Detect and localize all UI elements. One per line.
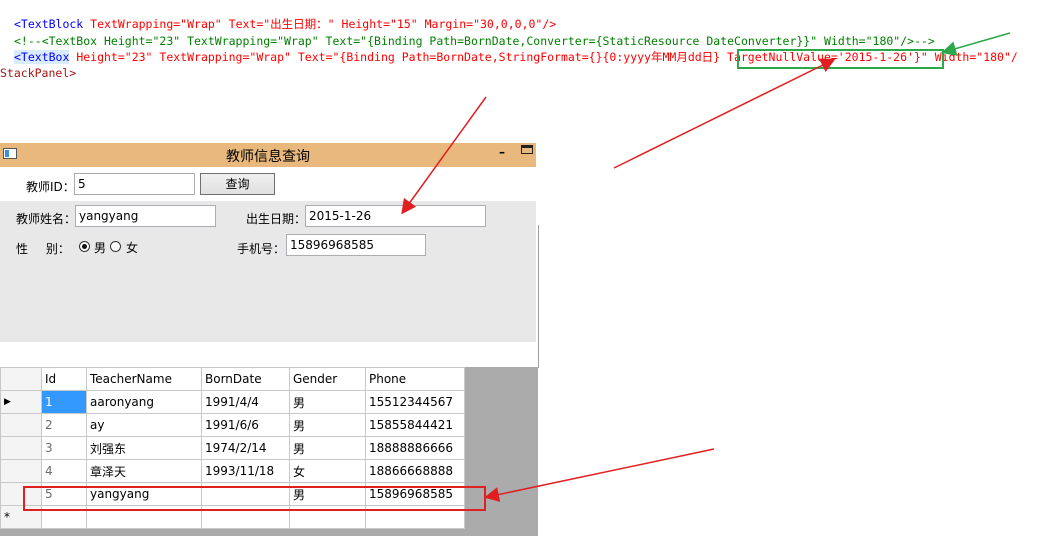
cell-phone[interactable]: 15512344567 <box>365 390 465 414</box>
cell-id[interactable]: 2 <box>41 413 87 437</box>
query-button[interactable]: 查询 <box>200 173 275 195</box>
birth-date-label: 出生日期： <box>246 212 307 226</box>
code-line-1-attrs: TextWrapping="Wrap" Text="出生日期：" Height=… <box>83 17 557 31</box>
row-header[interactable] <box>0 436 42 460</box>
code-line-1: <TextBlock TextWrapping="Wrap" Text="出生日… <box>14 17 556 32</box>
cell-borndate[interactable]: 1974/2/14 <box>201 436 290 460</box>
green-highlight-box <box>737 49 944 69</box>
row-header[interactable] <box>0 413 42 437</box>
table-row[interactable]: 4 章泽天 1993/11/18 女 18866668888 <box>0 459 465 483</box>
column-header-phone[interactable]: Phone <box>365 367 465 391</box>
maximize-icon[interactable] <box>521 145 533 154</box>
cell-gender[interactable]: 男 <box>289 413 366 437</box>
cell-id[interactable]: 4 <box>41 459 87 483</box>
code-line-3-tag: <TextBox <box>14 50 70 64</box>
gender-male-label: 男 <box>94 241 107 255</box>
gender-female-radio[interactable] <box>110 241 121 252</box>
table-row[interactable]: ▶ 1 aaronyang 1991/4/4 男 15512344567 <box>0 390 465 414</box>
row-header-corner <box>0 367 42 391</box>
header-row: Id TeacherName BornDate Gender Phone <box>0 367 465 391</box>
cell-teachername[interactable]: ay <box>86 413 202 437</box>
minimize-icon[interactable]: – <box>495 145 509 159</box>
cell-phone[interactable]: 18888886666 <box>365 436 465 460</box>
cell-gender[interactable]: 女 <box>289 459 366 483</box>
column-header-teachername[interactable]: TeacherName <box>86 367 202 391</box>
phone-label: 手机号： <box>237 242 286 256</box>
gender-label: 性 别： <box>16 242 70 256</box>
panel-edge <box>538 225 539 368</box>
column-header-gender[interactable]: Gender <box>289 367 366 391</box>
teacher-id-input[interactable]: 5 <box>74 173 195 195</box>
window-title: 教师信息查询 <box>226 149 310 165</box>
current-row-indicator-icon: ▶ <box>0 390 42 414</box>
teacher-name-input[interactable]: yangyang <box>75 205 216 227</box>
cell-borndate[interactable]: 1991/4/4 <box>201 390 290 414</box>
red-highlight-box <box>23 486 486 511</box>
cell-borndate[interactable]: 1993/11/18 <box>201 459 290 483</box>
code-line-2-comment: <!--<TextBox Height="23" TextWrapping="W… <box>14 34 935 48</box>
column-header-borndate[interactable]: BornDate <box>201 367 290 391</box>
gender-female-label: 女 <box>126 241 139 255</box>
cell-id[interactable]: 1 <box>41 390 87 414</box>
cell-teachername[interactable]: aaronyang <box>86 390 202 414</box>
code-line-4: StackPanel> <box>0 66 77 80</box>
detail-panel: 教师姓名： yangyang 出生日期： 2015-1-26 性 别： 男 女 … <box>0 201 536 342</box>
teacher-id-label: 教师ID： <box>26 180 75 194</box>
row-header[interactable] <box>0 459 42 483</box>
gender-male-radio[interactable] <box>79 241 90 252</box>
cell-teachername[interactable]: 章泽天 <box>86 459 202 483</box>
window-titlebar: 教师信息查询 – <box>0 143 536 167</box>
cell-phone[interactable]: 18866668888 <box>365 459 465 483</box>
code-line-1-tag: <TextBlock <box>14 17 84 31</box>
table-row[interactable]: 2 ay 1991/6/6 男 15855844421 <box>0 413 465 437</box>
cell-borndate[interactable]: 1991/6/6 <box>201 413 290 437</box>
column-header-id[interactable]: Id <box>41 367 87 391</box>
code-line-3-part1: Height="23" TextWrapping="Wrap" Text="{B… <box>69 50 728 64</box>
teacher-query-window: 教师信息查询 – 教师ID： 5 查询 教师姓名： yangyang 出生日期：… <box>0 143 539 536</box>
teacher-name-label: 教师姓名： <box>16 212 77 226</box>
phone-input[interactable]: 15896968585 <box>286 234 426 256</box>
cell-gender[interactable]: 男 <box>289 390 366 414</box>
table-row[interactable]: 3 刘强东 1974/2/14 男 18888886666 <box>0 436 465 460</box>
cell-gender[interactable]: 男 <box>289 436 366 460</box>
cell-phone[interactable]: 15855844421 <box>365 413 465 437</box>
birth-date-input[interactable]: 2015-1-26 <box>305 205 486 227</box>
cell-id[interactable]: 3 <box>41 436 87 460</box>
cell-teachername[interactable]: 刘强东 <box>86 436 202 460</box>
